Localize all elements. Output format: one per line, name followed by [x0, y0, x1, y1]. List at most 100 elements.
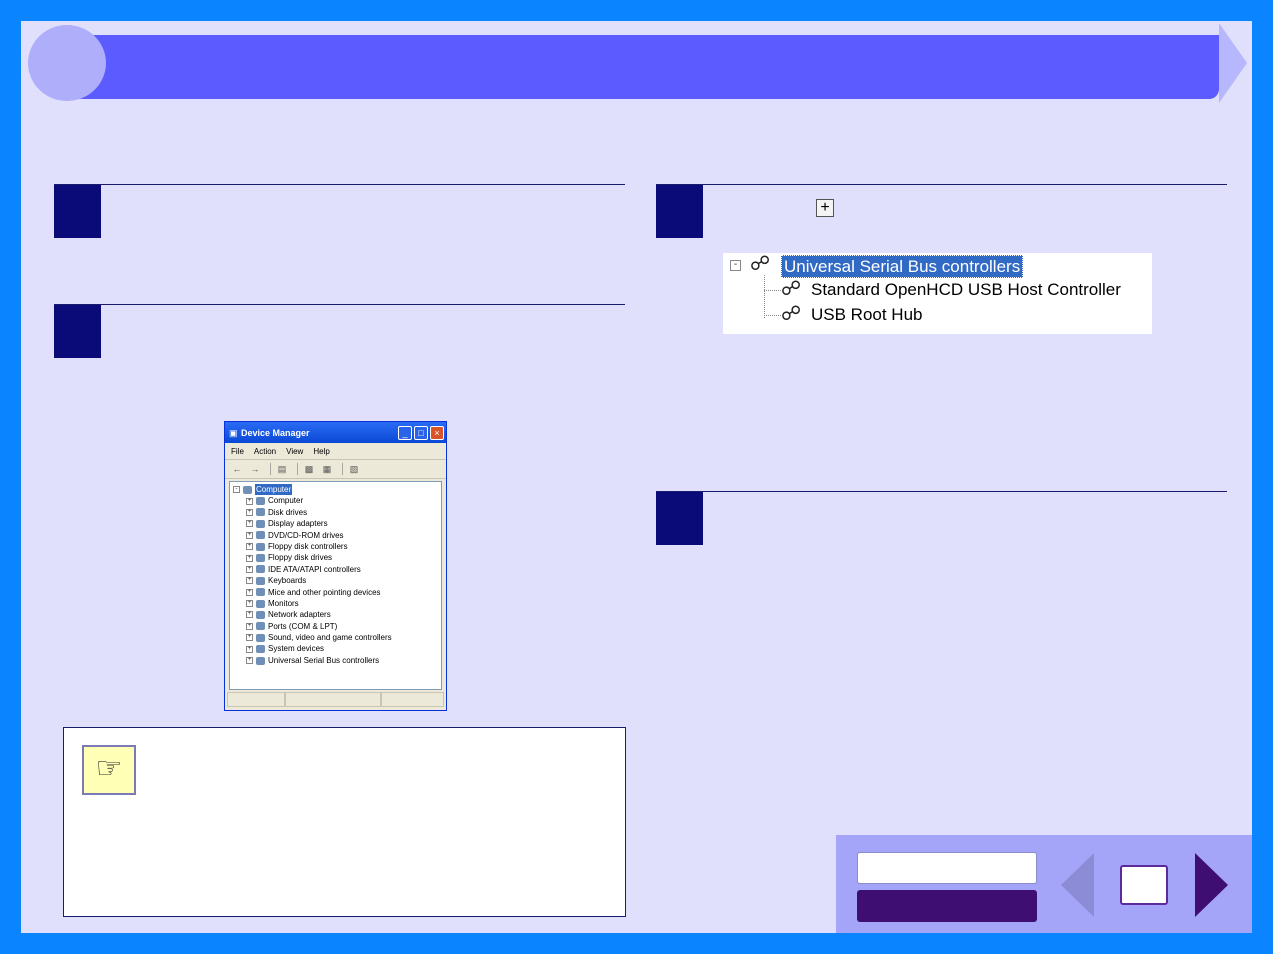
device-category[interactable]: + Monitors [233, 598, 441, 609]
device-tree-root-label: Computer [255, 484, 293, 496]
forward-arrow-icon[interactable]: → [248, 463, 262, 475]
expand-icon[interactable]: + [246, 565, 253, 573]
contents-button[interactable] [857, 852, 1037, 884]
device-manager-titlebar: ▣ Device Manager _ □ × [225, 422, 446, 443]
device-tree-root[interactable]: - Computer [233, 484, 441, 496]
device-category-label: Universal Serial Bus controllers [268, 655, 380, 665]
device-category-label: Keyboards [268, 576, 307, 586]
expand-icon[interactable]: + [246, 520, 253, 528]
close-icon[interactable]: × [430, 425, 444, 440]
toolbar-separator [297, 463, 298, 475]
device-manager-window: ▣ Device Manager _ □ × File Action View … [224, 421, 447, 711]
expand-icon[interactable]: + [246, 543, 253, 551]
device-category[interactable]: + Floppy disk controllers [233, 541, 441, 552]
properties-icon[interactable]: ▤ [275, 463, 289, 475]
expand-icon[interactable]: + [246, 622, 253, 630]
expand-icon[interactable]: + [246, 588, 253, 596]
index-button[interactable] [857, 890, 1037, 922]
previous-page-arrow-icon[interactable] [1061, 853, 1094, 917]
minimize-icon[interactable]: _ [398, 425, 412, 440]
step-1-divider [54, 184, 625, 185]
tree-connector [764, 290, 781, 291]
computer-icon [243, 485, 252, 494]
usb-host-controller-item[interactable]: Standard OpenHCD USB Host Controller [811, 279, 1121, 300]
note-box: ☞ [63, 727, 626, 917]
collapse-icon[interactable]: - [730, 260, 741, 271]
device-category[interactable]: + Mice and other pointing devices [233, 587, 441, 598]
usb-controllers-panel: - ☍ Universal Serial Bus controllers ☍ S… [723, 251, 1152, 334]
device-category[interactable]: + DVD/CD-ROM drives [233, 530, 441, 541]
keyboard-icon [256, 576, 265, 585]
menu-file[interactable]: File [231, 447, 244, 456]
port-icon [256, 622, 265, 631]
plus-box-icon: + [816, 199, 834, 217]
collapse-icon[interactable]: - [233, 486, 240, 494]
next-page-arrow-icon[interactable] [1195, 853, 1228, 917]
device-category-label: IDE ATA/ATAPI controllers [268, 564, 361, 574]
device-category-label: DVD/CD-ROM drives [268, 530, 344, 540]
expand-icon[interactable]: + [246, 657, 253, 665]
device-category[interactable]: + Network adapters [233, 609, 441, 620]
device-category[interactable]: + Universal Serial Bus controllers [233, 655, 441, 666]
device-category[interactable]: + Sound, video and game controllers [233, 632, 441, 643]
tree-connector [764, 275, 765, 318]
device-category[interactable]: + Disk drives [233, 507, 441, 518]
header-arrow-icon [1219, 23, 1247, 103]
usb-category-label[interactable]: Universal Serial Bus controllers [781, 255, 1024, 278]
device-category-label: Computer [268, 496, 304, 506]
expand-icon[interactable]: + [246, 508, 253, 516]
device-category[interactable]: + Display adapters [233, 518, 441, 529]
device-manager-menubar: File Action View Help [225, 443, 446, 460]
expand-icon[interactable]: + [246, 531, 253, 539]
menu-action[interactable]: Action [254, 447, 276, 456]
expand-icon[interactable]: + [246, 634, 253, 642]
device-category-label: Ports (COM & LPT) [268, 621, 338, 631]
expand-icon[interactable]: + [246, 554, 253, 562]
computer-icon [256, 497, 265, 506]
device-manager-toolbar: ← → ▤ ▩ ▦ ▧ [225, 460, 446, 479]
print-icon[interactable]: ▩ [302, 463, 316, 475]
usb-icon: ☍ [750, 251, 771, 275]
step-1-number-box [54, 185, 101, 238]
expand-icon[interactable]: + [246, 645, 253, 653]
usb-root-hub-item[interactable]: USB Root Hub [811, 304, 923, 325]
device-category[interactable]: + Floppy disk drives [233, 552, 441, 563]
status-cell [227, 692, 285, 707]
expand-icon[interactable]: + [246, 611, 253, 619]
expand-icon[interactable]: + [246, 577, 253, 585]
usb-icon [256, 656, 265, 665]
menu-help[interactable]: Help [313, 447, 329, 456]
device-category-label: Display adapters [268, 519, 328, 529]
device-manager-statusbar [227, 692, 444, 707]
device-category-label: Floppy disk drives [268, 553, 333, 563]
device-tree: - Computer + Computer + Disk drives + Displ… [229, 481, 442, 690]
monitor-icon [256, 599, 265, 608]
toolbar-separator [342, 463, 343, 475]
device-category[interactable]: + IDE ATA/ATAPI controllers [233, 564, 441, 575]
step-3-number-box [656, 185, 703, 238]
system-device-icon [256, 645, 265, 654]
expand-icon[interactable]: + [246, 497, 253, 505]
device-category[interactable]: + Ports (COM & LPT) [233, 621, 441, 632]
help-icon[interactable]: ▦ [320, 463, 334, 475]
step-2-divider [54, 304, 625, 305]
toolbar-separator [270, 463, 271, 475]
scan-hardware-icon[interactable]: ▧ [347, 463, 361, 475]
device-category-label: System devices [268, 644, 325, 654]
maximize-icon[interactable]: □ [414, 425, 428, 440]
device-manager-title: Device Manager [241, 427, 310, 438]
tree-connector [764, 315, 781, 316]
back-arrow-icon[interactable]: ← [230, 463, 244, 475]
device-category[interactable]: + System devices [233, 643, 441, 654]
device-category[interactable]: + Computer [233, 495, 441, 506]
device-category[interactable]: + Keyboards [233, 575, 441, 586]
step-4-divider [656, 491, 1227, 492]
expand-icon[interactable]: + [246, 600, 253, 608]
display-adapter-icon [256, 519, 265, 528]
device-category-label: Floppy disk controllers [268, 541, 348, 551]
step-4-number-box [656, 492, 703, 545]
cd-drive-icon [256, 531, 265, 540]
usb-icon: ☍ [781, 301, 802, 325]
device-category-label: Mice and other pointing devices [268, 587, 381, 597]
menu-view[interactable]: View [286, 447, 303, 456]
